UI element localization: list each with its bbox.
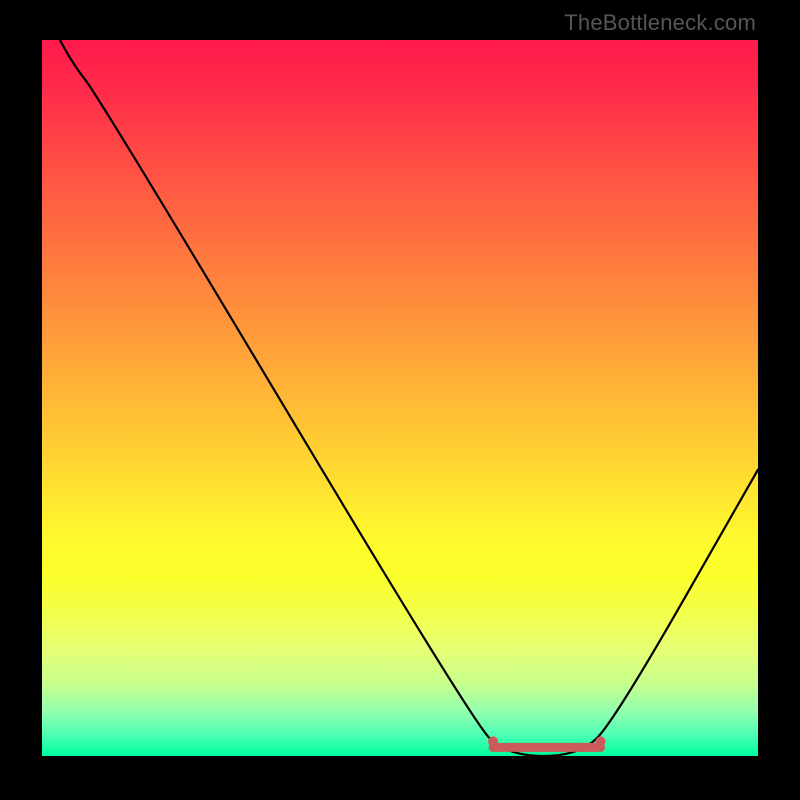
chart-frame: TheBottleneck.com xyxy=(0,0,800,800)
watermark-text: TheBottleneck.com xyxy=(564,10,756,36)
valley-dot-left xyxy=(488,736,498,746)
valley-dot-right xyxy=(595,736,605,746)
plot-area xyxy=(42,40,758,756)
curve-layer xyxy=(42,40,758,756)
main-curve xyxy=(42,40,758,756)
